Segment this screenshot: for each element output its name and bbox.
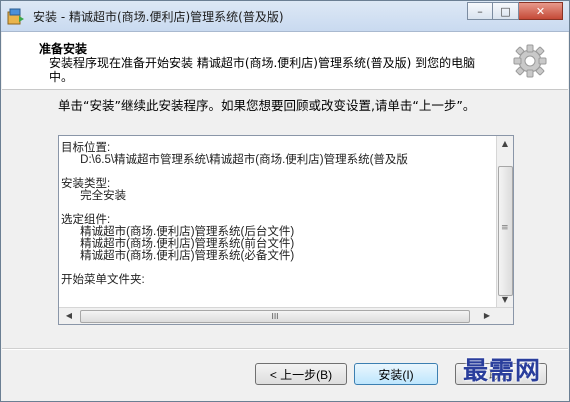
- wizard-header: 准备安装 安装程序现在准备开始安装 精诚超市(商场.便利店)管理系统(普及版) …: [2, 32, 568, 90]
- title-bar[interactable]: 安装 - 精诚超市(商场.便利店)管理系统(普及版) – □ ✕: [1, 1, 569, 32]
- memo-line: D:\6.5\精诚超市管理系统\精诚超市(商场.便利店)管理系统(普及版: [61, 154, 408, 166]
- grip-icon: ≡: [501, 223, 509, 233]
- installer-window: 安装 - 精诚超市(商场.便利店)管理系统(普及版) – □ ✕ 准备安装 安装…: [0, 0, 570, 402]
- close-icon: ✕: [535, 4, 546, 18]
- horizontal-scrollbar[interactable]: ◀ III ▶: [59, 307, 513, 324]
- horizontal-scroll-thumb[interactable]: III: [80, 310, 470, 323]
- memo-text: 目标位置: D:\6.5\精诚超市管理系统\精诚超市(商场.便利店)管理系统(普…: [61, 142, 408, 286]
- minimize-icon: –: [477, 4, 483, 18]
- close-button[interactable]: ✕: [519, 2, 563, 20]
- memo-line: 安装类型:: [61, 178, 111, 190]
- back-button[interactable]: < 上一步(B): [255, 363, 347, 385]
- install-button[interactable]: 安装(I): [354, 363, 438, 385]
- caption-buttons: – □ ✕: [467, 2, 563, 22]
- memo-line: 精诚超市(商场.便利店)管理系统(必备文件): [61, 250, 295, 262]
- setup-app-icon: [7, 8, 24, 25]
- ready-memo[interactable]: 目标位置: D:\6.5\精诚超市管理系统\精诚超市(商场.便利店)管理系统(普…: [58, 135, 514, 325]
- memo-line: 精诚超市(商场.便利店)管理系统(后台文件): [61, 226, 295, 238]
- memo-line: 选定组件:: [61, 214, 111, 226]
- vertical-scrollbar[interactable]: ▲ ≡ ▼: [496, 136, 513, 308]
- page-title: 准备安装: [39, 42, 88, 56]
- memo-line: 开始菜单文件夹:: [61, 274, 145, 286]
- memo-line: [61, 202, 408, 214]
- maximize-icon: □: [500, 4, 511, 18]
- memo-line: 目标位置:: [61, 142, 111, 154]
- minimize-button[interactable]: –: [467, 2, 493, 20]
- memo-line: 完全安装: [61, 190, 127, 202]
- instruction-text: 单击“安装”继续此安装程序。如果您想要回顾或改变设置,请单击“上一步”。: [58, 98, 476, 113]
- button-separator: [2, 348, 568, 350]
- scroll-up-icon[interactable]: ▲: [497, 136, 513, 152]
- window-title: 安装 - 精诚超市(商场.便利店)管理系统(普及版): [33, 10, 284, 24]
- scroll-left-icon[interactable]: ◀: [61, 308, 77, 324]
- memo-line: 精诚超市(商场.便利店)管理系统(前台文件): [61, 238, 295, 250]
- memo-line: [61, 262, 408, 274]
- page-description: 安装程序现在准备开始安装 精诚超市(商场.便利店)管理系统(普及版) 到您的电脑…: [49, 56, 476, 84]
- scroll-down-icon[interactable]: ▼: [497, 292, 513, 308]
- scroll-corner: [497, 308, 513, 324]
- watermark: 最需网: [463, 356, 542, 385]
- vertical-scroll-thumb[interactable]: ≡: [498, 166, 513, 296]
- scroll-right-icon[interactable]: ▶: [479, 308, 495, 324]
- gear-icon: [513, 44, 547, 78]
- memo-line: [61, 166, 408, 178]
- maximize-button[interactable]: □: [493, 2, 519, 20]
